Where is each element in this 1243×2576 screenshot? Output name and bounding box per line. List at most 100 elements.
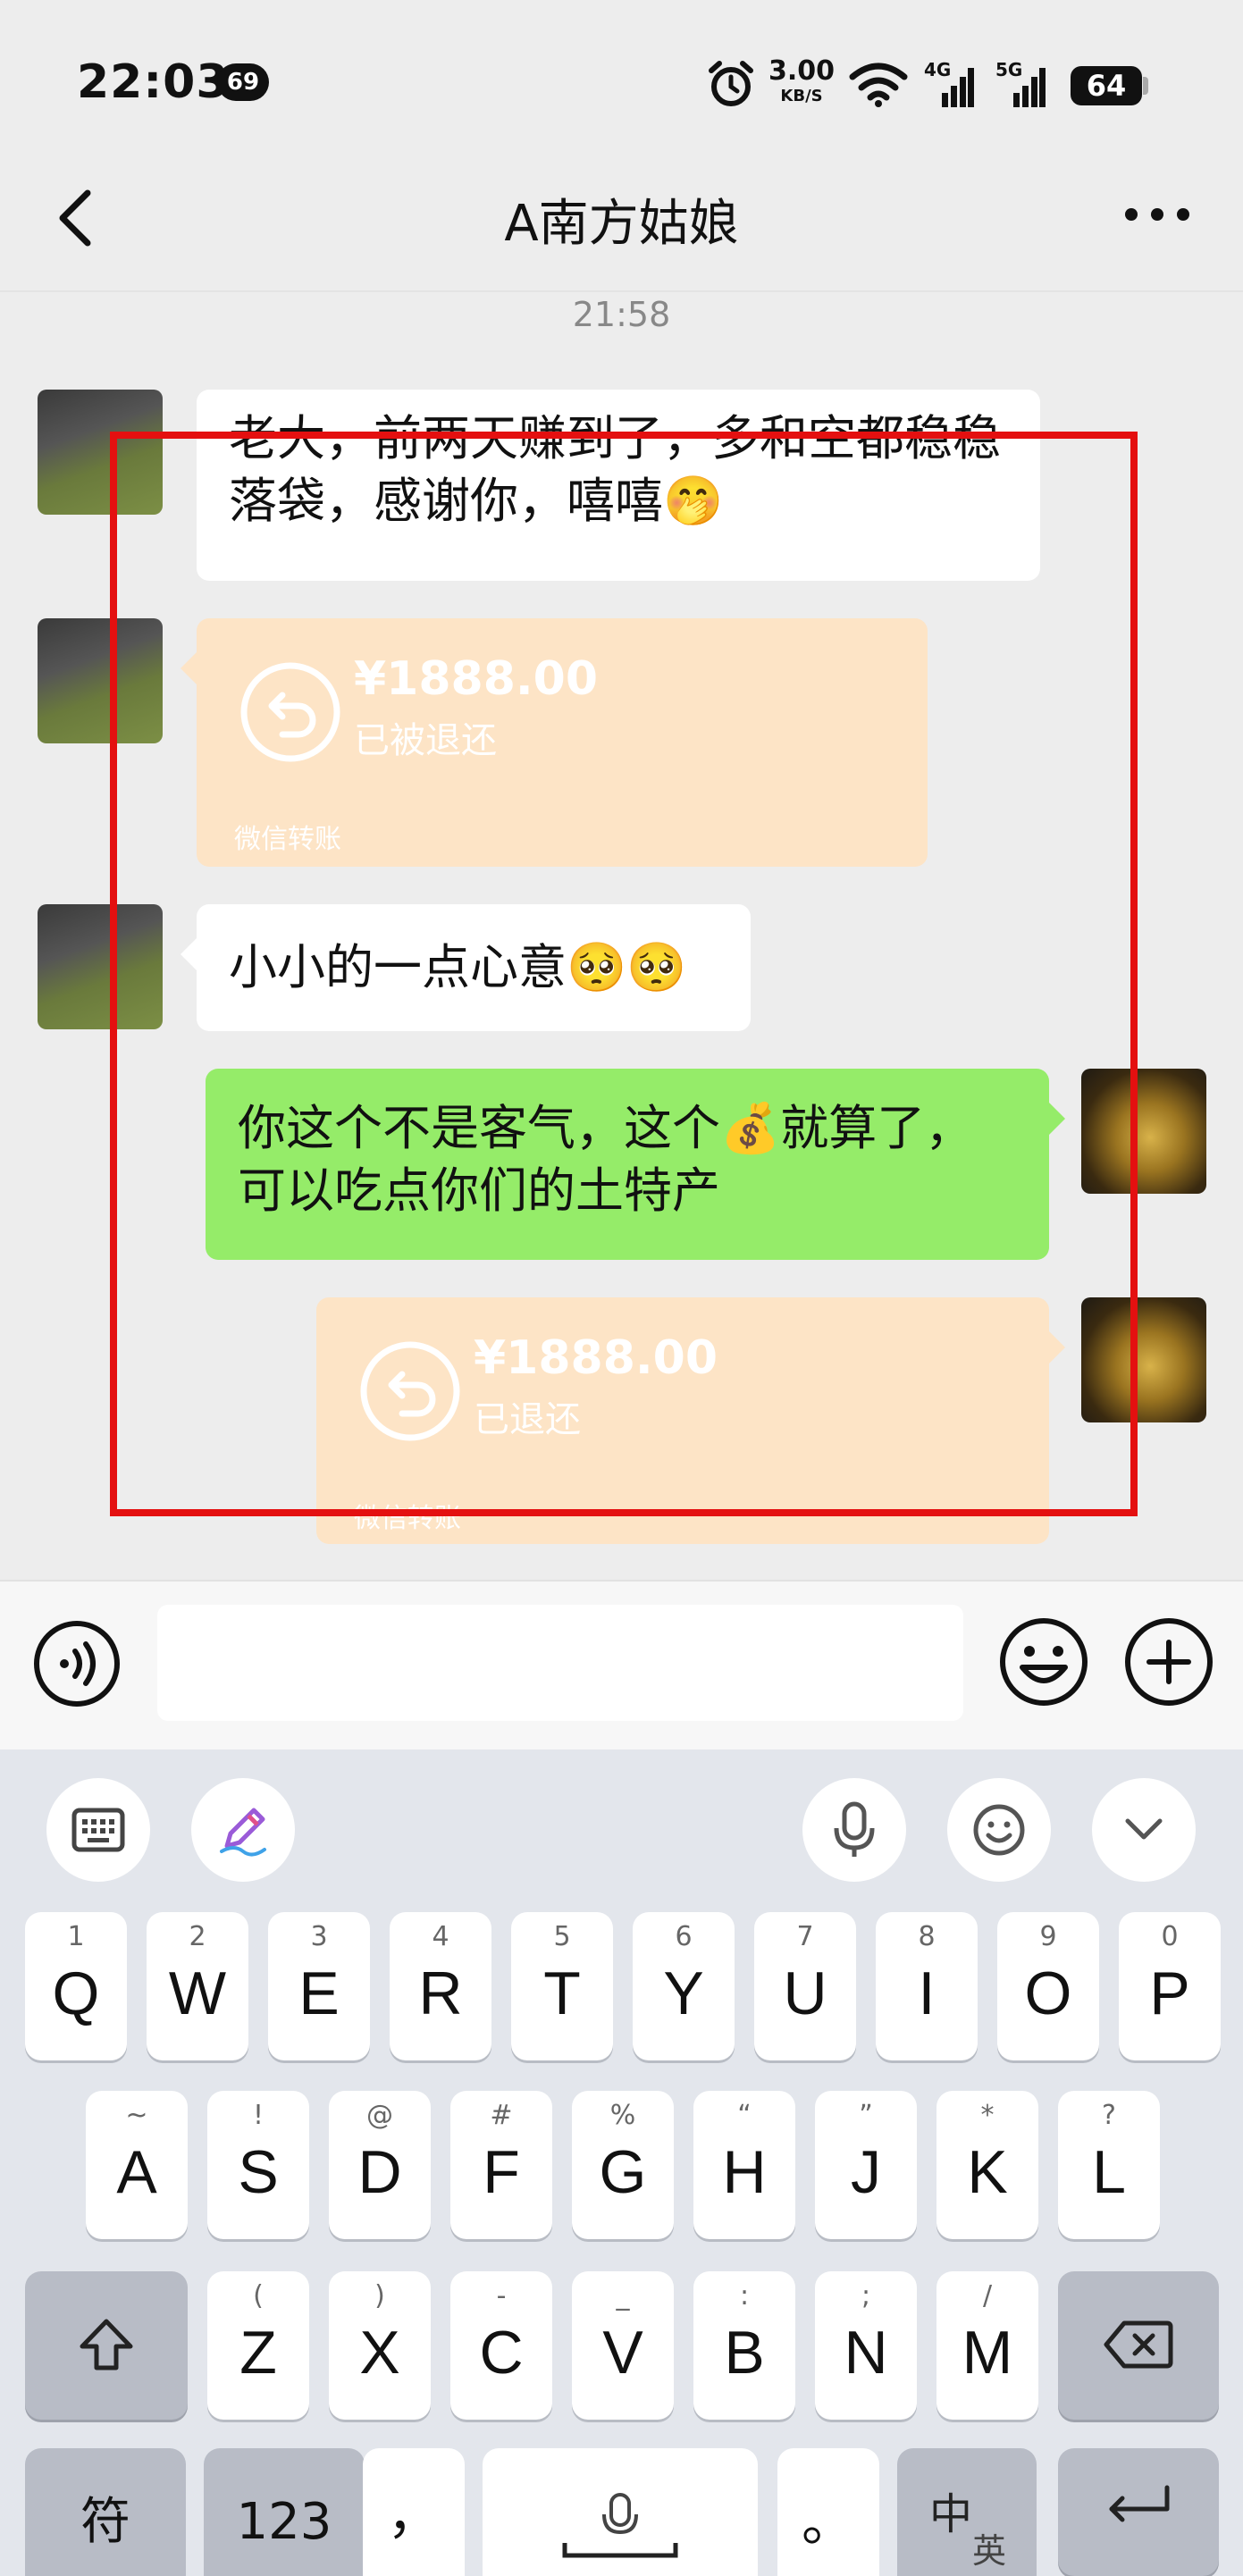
- backspace-icon: [1104, 2320, 1173, 2369]
- key-f[interactable]: # F: [450, 2091, 552, 2239]
- key-o[interactable]: 9O: [997, 1912, 1099, 2060]
- key-label: B: [724, 2319, 765, 2387]
- space-key[interactable]: [483, 2448, 758, 2576]
- backspace-key[interactable]: [1058, 2271, 1219, 2420]
- key-z[interactable]: (Z: [207, 2271, 309, 2420]
- key-k[interactable]: * K: [936, 2091, 1038, 2239]
- keyboard-icon: [71, 1808, 125, 1852]
- key-hint: %: [609, 2100, 636, 2131]
- key-label: G: [599, 2138, 647, 2206]
- battery-indicator: 64: [1071, 66, 1142, 105]
- network-speed-value: 3.00: [768, 55, 836, 87]
- key-p[interactable]: 0P: [1119, 1912, 1221, 2060]
- key-y[interactable]: 6Y: [633, 1912, 735, 2060]
- key-label: E: [298, 1959, 340, 2027]
- key-a[interactable]: ~ A: [86, 2091, 188, 2239]
- comma-key[interactable]: ，: [363, 2448, 465, 2576]
- key-hint: -: [496, 2280, 507, 2312]
- key-n[interactable]: ; N: [815, 2271, 917, 2420]
- space-mic-icon: [562, 2493, 678, 2558]
- key-label: P: [1149, 1959, 1190, 2027]
- key-label: Y: [663, 1959, 704, 2027]
- enter-arrow-icon: [1109, 2485, 1170, 2522]
- microphone-icon: [834, 1801, 875, 1857]
- key-hint: @: [366, 2100, 393, 2131]
- number-key[interactable]: 123: [204, 2448, 365, 2576]
- key-hint: 1: [67, 1921, 85, 1952]
- key-label: Z: [239, 2319, 277, 2387]
- key-label: V: [602, 2319, 643, 2387]
- key-hint: 0: [1161, 1921, 1179, 1952]
- key-c[interactable]: -C: [450, 2271, 552, 2420]
- chat-title: A南方姑娘: [504, 195, 739, 253]
- key-label: C: [479, 2319, 524, 2387]
- key-label: T: [543, 1959, 581, 2027]
- key-t[interactable]: 5T: [511, 1912, 613, 2060]
- key-r[interactable]: 4R: [390, 1912, 491, 2060]
- key-hint: #: [490, 2100, 513, 2131]
- key-label: I: [918, 1959, 936, 2027]
- key-label: R: [418, 1959, 463, 2027]
- key-i[interactable]: 8I: [876, 1912, 978, 2060]
- collapse-keyboard-button[interactable]: [1092, 1778, 1196, 1882]
- key-hint: ): [374, 2280, 385, 2312]
- nav-divider: [0, 290, 1243, 292]
- key-label: M: [962, 2319, 1013, 2387]
- key-label: X: [359, 2319, 400, 2387]
- emoji-keyboard-button[interactable]: [947, 1778, 1051, 1882]
- key-u[interactable]: 7U: [754, 1912, 856, 2060]
- key-v[interactable]: _ V: [572, 2271, 674, 2420]
- key-label: D: [357, 2138, 402, 2206]
- key-hint: 6: [675, 1921, 693, 1952]
- key-label: J: [851, 2138, 881, 2206]
- key-w[interactable]: 2W: [147, 1912, 248, 2060]
- key-l[interactable]: ? L: [1058, 2091, 1160, 2239]
- key-label: O: [1024, 1959, 1072, 2027]
- key-m[interactable]: / M: [936, 2271, 1038, 2420]
- emoji-icon[interactable]: [997, 1615, 1090, 1708]
- message-input[interactable]: [157, 1605, 963, 1721]
- key-x[interactable]: ) X: [329, 2271, 431, 2420]
- key-hint: 4: [432, 1921, 449, 1952]
- key-d[interactable]: @ D: [329, 2091, 431, 2239]
- key-hint: ?: [1102, 2100, 1116, 2131]
- alarm-icon: [709, 61, 753, 106]
- key-h[interactable]: “H: [693, 2091, 795, 2239]
- symbol-key[interactable]: 符: [25, 2448, 186, 2576]
- plus-icon[interactable]: [1122, 1615, 1215, 1708]
- more-options-icon[interactable]: [1117, 192, 1197, 237]
- key-hint: /: [982, 2280, 993, 2312]
- key-q[interactable]: 1Q: [25, 1912, 127, 2060]
- notification-count-badge: 69: [217, 63, 269, 101]
- key-label: U: [783, 1959, 827, 2027]
- key-label: H: [722, 2138, 767, 2206]
- network-speed-unit: KB/S: [780, 87, 823, 105]
- lang-bottom-label: 英: [972, 2531, 1007, 2571]
- shift-key[interactable]: [25, 2271, 188, 2420]
- key-hint: 2: [189, 1921, 206, 1952]
- enter-key[interactable]: [1058, 2448, 1219, 2576]
- key-label: Q: [52, 1959, 100, 2027]
- status-time: 22:03: [77, 55, 230, 109]
- pen-icon: [220, 1808, 266, 1857]
- key-j[interactable]: ” J: [815, 2091, 917, 2239]
- key-hint: !: [252, 2100, 265, 2131]
- key-e[interactable]: 3E: [268, 1912, 370, 2060]
- language-switch-key[interactable]: 中 英: [897, 2448, 1037, 2576]
- smiley-icon: [973, 1804, 1025, 1856]
- key-hint: _: [616, 2280, 630, 2312]
- key-s[interactable]: ! S: [207, 2091, 309, 2239]
- key-hint: (: [253, 2280, 264, 2312]
- key-g[interactable]: % G: [572, 2091, 674, 2239]
- key-label: S: [238, 2138, 279, 2206]
- keyboard-switch-button[interactable]: [46, 1778, 150, 1882]
- key-b[interactable]: :B: [693, 2271, 795, 2420]
- shift-arrow-icon: [80, 2319, 133, 2370]
- period-key[interactable]: 。: [777, 2448, 879, 2576]
- handwriting-button[interactable]: [191, 1778, 295, 1882]
- voice-dictation-button[interactable]: [802, 1778, 906, 1882]
- voice-input-icon[interactable]: [32, 1619, 122, 1708]
- key-label: A: [116, 2138, 157, 2206]
- key-hint: ;: [861, 2280, 871, 2312]
- key-label: K: [967, 2138, 1008, 2206]
